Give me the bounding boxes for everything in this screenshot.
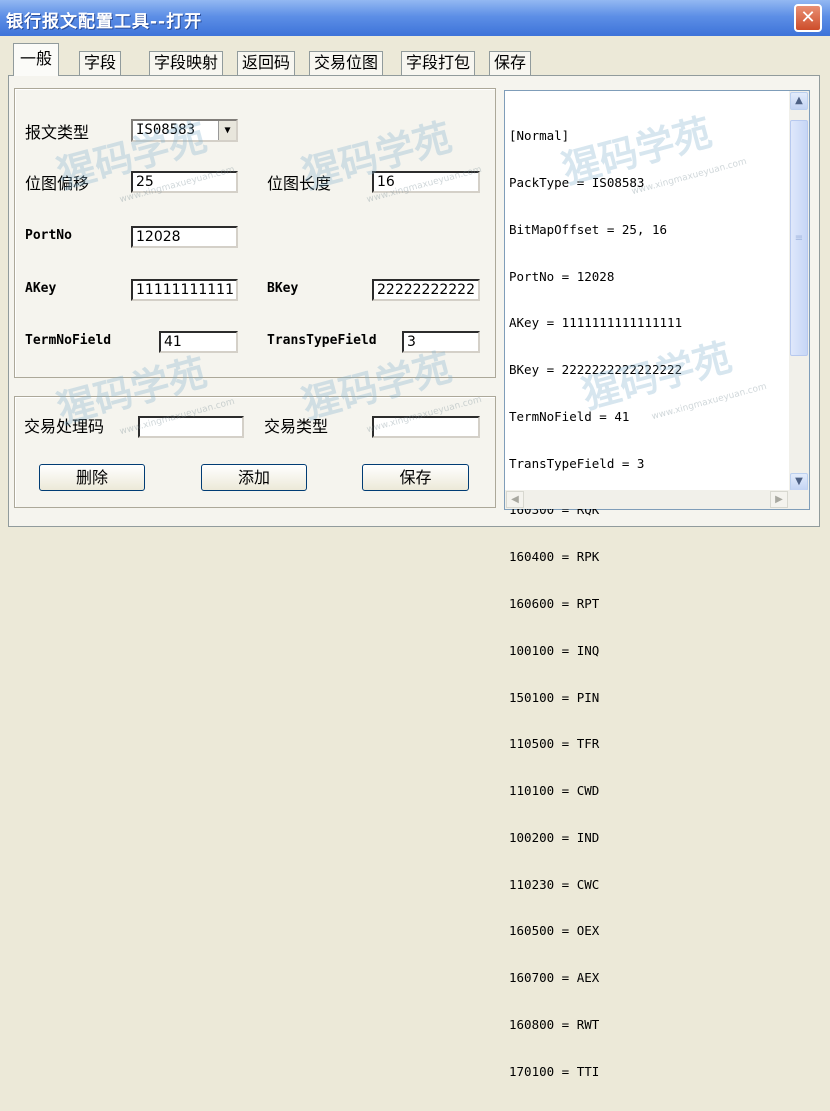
scrollbar-corner — [789, 490, 809, 509]
config-line: PackType = IS08583 — [509, 174, 645, 190]
title-bar[interactable]: 银行报文配置工具--打开 ✕ — [0, 0, 830, 36]
config-line: AKey = 1111111111111111 — [509, 315, 683, 331]
transtype-label: TransTypeField — [267, 333, 377, 348]
scroll-right-icon[interactable]: ▶ — [770, 491, 788, 508]
config-line: BKey = 2222222222222222 — [509, 362, 683, 378]
window-title: 银行报文配置工具--打开 — [6, 12, 203, 32]
save-button[interactable]: 保存 — [362, 464, 469, 491]
termno-input[interactable]: 41 — [159, 331, 238, 353]
add-button[interactable]: 添加 — [201, 464, 307, 491]
trade-type-input[interactable] — [372, 416, 480, 438]
portno-input[interactable]: 12028 — [131, 226, 238, 248]
config-line: 110100 = CWD — [509, 783, 600, 799]
bitmap-length-label: 位图长度 — [267, 174, 332, 193]
tab-save[interactable]: 保存 — [489, 51, 532, 75]
config-line: 160600 = RPT — [509, 596, 600, 611]
tab-return-code[interactable]: 返回码 — [237, 51, 296, 75]
config-line: 100100 = INQ — [509, 642, 600, 658]
config-lines: [Normal] PackType = IS08583 BitMapOffset… — [509, 97, 781, 1111]
config-line: PortNo = 12028 — [509, 268, 615, 284]
portno-label: PortNo — [25, 228, 72, 243]
trade-code-label: 交易处理码 — [24, 417, 105, 436]
trade-code-input[interactable] — [138, 416, 244, 438]
close-button[interactable]: ✕ — [794, 4, 822, 32]
bkey-input[interactable]: 22222222222 — [372, 279, 480, 301]
scroll-thumb[interactable]: ≡ — [790, 120, 808, 356]
close-icon: ✕ — [800, 7, 816, 28]
config-line: [Normal] — [509, 128, 570, 144]
scroll-down-icon[interactable]: ▼ — [790, 473, 808, 491]
config-line: 160500 = OEX — [509, 923, 600, 939]
bitmap-offset-label: 位图偏移 — [25, 174, 90, 193]
config-line: 160800 = RWT — [509, 1017, 600, 1033]
config-line: TermNoField = 41 — [509, 408, 630, 424]
tab-field-packing[interactable]: 字段打包 — [401, 51, 476, 75]
config-line: 170100 = TTI — [509, 1063, 600, 1079]
transtype-input[interactable]: 3 — [402, 331, 480, 353]
config-line: 110500 = TFR — [509, 736, 600, 752]
scroll-up-icon[interactable]: ▲ — [790, 92, 808, 110]
bitmap-length-input[interactable]: 16 — [372, 171, 480, 193]
tab-trade-bitmap[interactable]: 交易位图 — [309, 51, 384, 75]
tab-general[interactable]: 一般 — [13, 43, 60, 76]
config-line: 150100 = PIN — [509, 689, 600, 705]
bitmap-offset-input[interactable]: 25 — [131, 171, 238, 193]
vertical-scrollbar[interactable]: ▲ ≡ ▼ — [789, 91, 809, 492]
packtype-label: 报文类型 — [25, 123, 90, 142]
config-line: 100200 = IND — [509, 829, 600, 845]
akey-input[interactable]: 11111111111 — [131, 279, 238, 301]
config-line: 110230 = CWC — [509, 876, 600, 892]
bkey-label: BKey — [267, 281, 299, 296]
trade-type-label: 交易类型 — [264, 417, 329, 436]
packtype-select[interactable]: IS08583 ▼ — [131, 119, 238, 142]
config-line: BitMapOffset = 25, 16 — [509, 221, 668, 237]
config-line: 160700 = AEX — [509, 970, 600, 986]
tab-fields[interactable]: 字段 — [79, 51, 122, 75]
config-line: 160400 = RPK — [509, 549, 600, 565]
config-text-area[interactable]: [Normal] PackType = IS08583 BitMapOffset… — [504, 90, 810, 1079]
akey-label: AKey — [25, 281, 57, 296]
horizontal-scrollbar[interactable]: ◀ ▶ — [505, 490, 789, 509]
tab-field-mapping[interactable]: 字段映射 — [149, 51, 224, 75]
scroll-left-icon[interactable]: ◀ — [506, 491, 524, 508]
config-line: TransTypeField = 3 — [509, 455, 645, 471]
delete-button[interactable]: 删除 — [39, 464, 145, 491]
termno-label: TermNoField — [25, 333, 112, 348]
chevron-down-icon[interactable]: ▼ — [218, 121, 236, 140]
